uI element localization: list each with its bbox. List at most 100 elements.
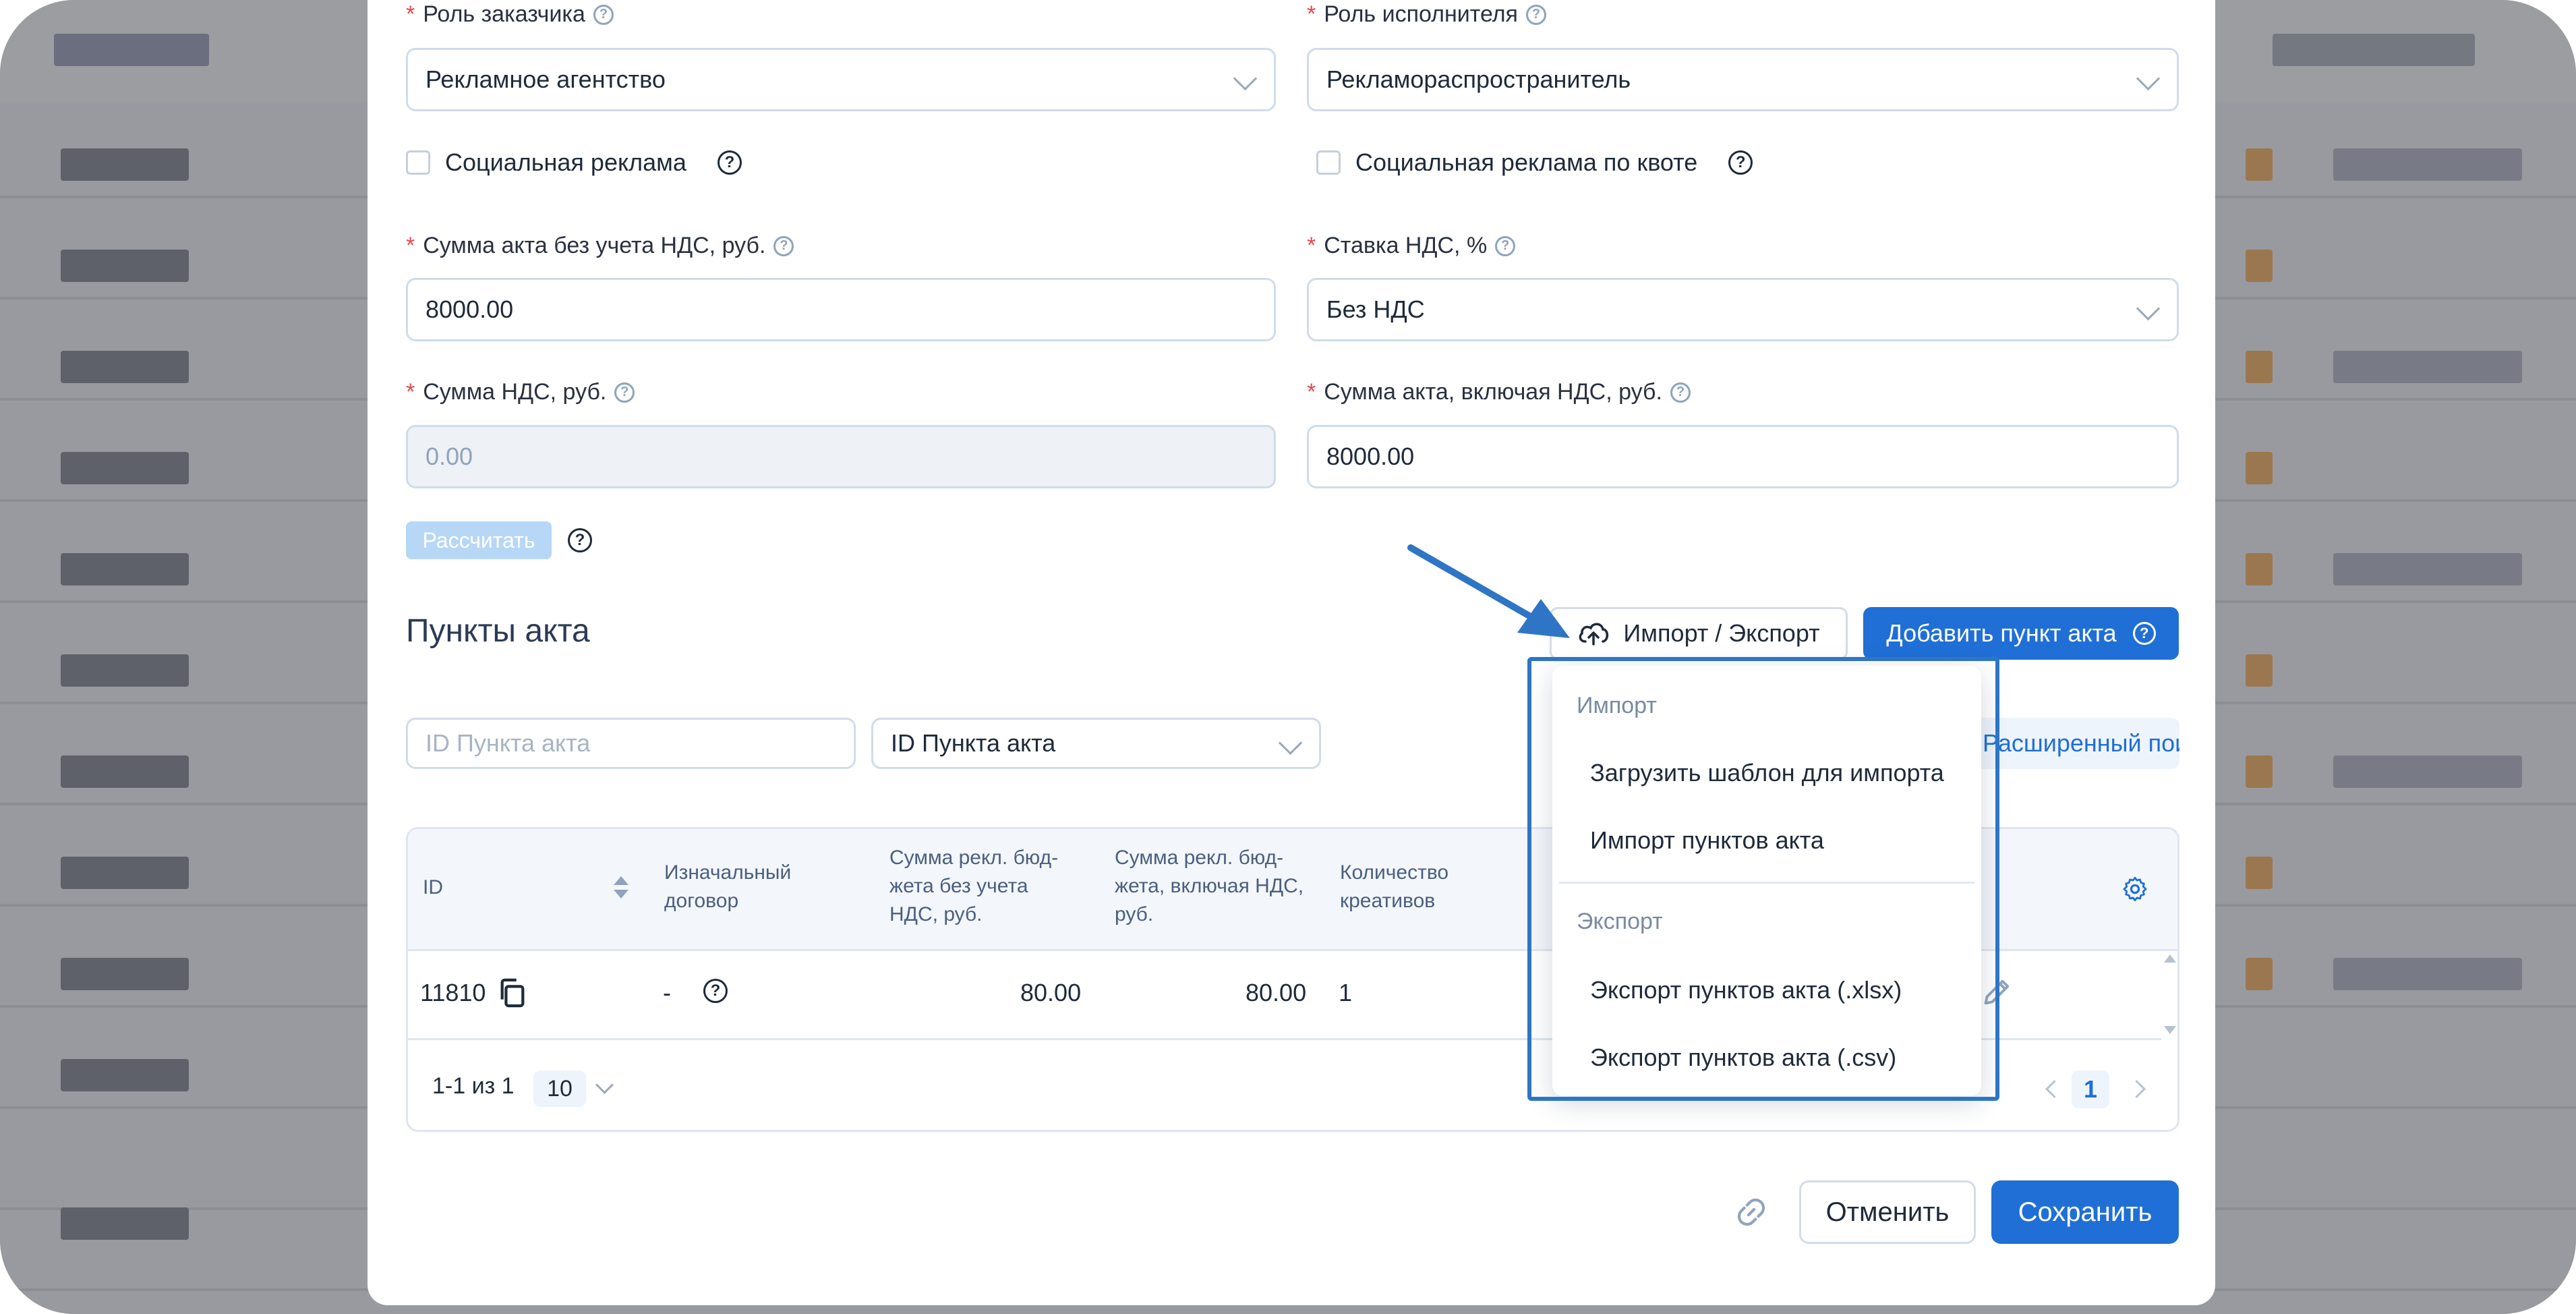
item-id-search-input[interactable]: ID Пункта акта <box>406 718 856 769</box>
search-field-value: ID Пункта акта <box>891 729 1056 757</box>
import-export-label: Импорт / Экспорт <box>1623 619 1820 647</box>
sum-with-vat-label: * Сумма акта, включая НДС, руб. ? <box>1307 379 1691 405</box>
customer-role-label: * Роль заказчика ? <box>406 1 614 28</box>
page-size-select[interactable]: 10 <box>533 1070 586 1107</box>
cloud-upload-icon <box>1579 623 1609 646</box>
vat-sum-value: 0.00 <box>426 442 473 470</box>
sum-with-vat-input[interactable]: 8000.00 <box>1307 425 2179 488</box>
help-icon[interactable]: ? <box>703 979 728 1003</box>
cell-sum-with-vat: 80.00 <box>1246 979 1307 1006</box>
cell-creatives: 1 <box>1339 979 1353 1006</box>
help-icon[interactable]: ? <box>614 382 635 403</box>
sum-no-vat-input[interactable]: 8000.00 <box>406 278 1276 341</box>
column-header-creatives: Количество креативов <box>1340 859 1448 915</box>
performer-role-label-text: Роль исполнителя <box>1324 1 1518 27</box>
column-header-contract: Изначальный договор <box>664 859 791 915</box>
cell-contract: - <box>663 979 671 1006</box>
header-line: Количество <box>1340 861 1449 884</box>
column-header-sum-no-vat: Сумма рекл. бюд- жета без учета НДС, руб… <box>889 844 1058 929</box>
chevron-down-icon <box>1278 731 1303 755</box>
prev-page-icon[interactable] <box>2045 1080 2063 1098</box>
copy-icon[interactable] <box>497 976 528 1010</box>
customer-role-select[interactable]: Рекламное агентство <box>406 48 1276 111</box>
vat-rate-select[interactable]: Без НДС <box>1307 278 2179 341</box>
header-line: Сумма рекл. бюд- <box>1115 847 1284 869</box>
column-header-sum-with-vat: Сумма рекл. бюд- жета, включая НДС, руб. <box>1115 844 1304 929</box>
header-line: НДС, руб. <box>889 903 983 925</box>
chevron-down-icon <box>1233 66 1258 91</box>
chevron-down-icon <box>2136 66 2161 91</box>
social-ad-checkbox-row[interactable]: Социальная реклама ? <box>406 148 742 177</box>
header-line: жета без учета <box>889 875 1028 897</box>
vat-rate-label-text: Ставка НДС, % <box>1324 233 1488 258</box>
annotation-highlight-box <box>1527 657 1999 1101</box>
header-line: ID <box>423 876 443 898</box>
chevron-down-icon[interactable] <box>595 1076 614 1094</box>
customer-role-label-text: Роль заказчика <box>423 1 585 27</box>
performer-role-select[interactable]: Рекламораспространитель <box>1307 48 2179 111</box>
vat-sum-label-text: Сумма НДС, руб. <box>423 379 607 405</box>
next-page-icon[interactable] <box>2128 1080 2146 1098</box>
required-mark: * <box>406 1 415 27</box>
help-icon[interactable]: ? <box>773 235 794 256</box>
sum-no-vat-label: * Сумма акта без учета НДС, руб. ? <box>406 233 794 259</box>
sum-with-vat-value: 8000.00 <box>1326 442 1415 470</box>
header-line: Сумма рекл. бюд- <box>889 847 1059 869</box>
extended-search-label: Расширенный поиск <box>1983 729 2179 757</box>
cancel-button[interactable]: Отменить <box>1799 1180 1976 1244</box>
screenshot-frame: * Роль заказчика ? * Роль исполнителя ? … <box>0 0 2576 1314</box>
search-field-select[interactable]: ID Пункта акта <box>871 718 1321 769</box>
vat-sum-label: * Сумма НДС, руб. ? <box>406 379 635 405</box>
required-mark: * <box>1307 379 1316 405</box>
help-icon[interactable]: ? <box>1670 382 1691 403</box>
vat-sum-input: 0.00 <box>406 425 1276 488</box>
social-ad-checkbox[interactable] <box>406 150 430 175</box>
save-button[interactable]: Сохранить <box>1991 1180 2179 1244</box>
sum-no-vat-label-text: Сумма акта без учета НДС, руб. <box>423 233 766 258</box>
required-mark: * <box>1307 233 1316 258</box>
link-icon[interactable] <box>1734 1195 1768 1229</box>
header-line: руб. <box>1115 903 1154 925</box>
gear-icon[interactable] <box>2121 875 2149 903</box>
help-icon[interactable]: ? <box>568 528 592 552</box>
scroll-down-arrow[interactable] <box>2164 1026 2176 1034</box>
header-line: креативов <box>1340 890 1436 912</box>
sum-no-vat-value: 8000.00 <box>426 295 514 323</box>
search-placeholder: ID Пункта акта <box>426 729 591 757</box>
pagination-range: 1-1 из 1 <box>432 1073 515 1099</box>
add-item-label: Добавить пункт акта <box>1886 619 2117 647</box>
help-icon[interactable]: ? <box>2132 622 2156 645</box>
help-icon[interactable]: ? <box>1495 235 1516 256</box>
add-item-button[interactable]: Добавить пункт акта ? <box>1863 607 2179 660</box>
social-ad-quota-checkbox-row[interactable]: Социальная реклама по квоте ? <box>1316 148 1753 177</box>
chevron-down-icon <box>2136 296 2161 321</box>
cell-sum-no-vat: 80.00 <box>1020 979 1082 1006</box>
social-ad-quota-checkbox[interactable] <box>1316 150 1341 175</box>
import-export-button[interactable]: Импорт / Экспорт <box>1550 607 1848 660</box>
help-icon[interactable]: ? <box>593 4 614 25</box>
performer-role-value: Рекламораспространитель <box>1326 65 1631 93</box>
required-mark: * <box>1307 1 1316 27</box>
calculate-button[interactable]: Рассчитать <box>406 521 552 559</box>
section-title: Пункты акта <box>406 613 590 649</box>
help-icon[interactable]: ? <box>1728 150 1753 175</box>
help-icon[interactable]: ? <box>717 150 742 175</box>
performer-role-label: * Роль исполнителя ? <box>1307 1 1546 28</box>
vat-rate-label: * Ставка НДС, % ? <box>1307 233 1516 259</box>
customer-role-value: Рекламное агентство <box>426 65 666 93</box>
column-header-id: ID <box>423 874 443 902</box>
annotation-arrow-icon <box>1407 544 1570 638</box>
header-line: Изначальный <box>664 861 792 884</box>
social-ad-label: Социальная реклама <box>445 148 686 176</box>
scroll-up-arrow[interactable] <box>2164 954 2176 963</box>
current-page-button[interactable]: 1 <box>2072 1070 2109 1108</box>
vat-rate-value: Без НДС <box>1326 295 1425 323</box>
cell-id: 11810 <box>420 979 486 1006</box>
help-icon[interactable]: ? <box>1525 4 1546 25</box>
header-line: договор <box>664 890 739 912</box>
social-ad-quota-label: Социальная реклама по квоте <box>1355 148 1698 176</box>
required-mark: * <box>406 233 415 258</box>
sum-with-vat-label-text: Сумма акта, включая НДС, руб. <box>1324 379 1662 405</box>
header-line: жета, включая НДС, <box>1115 875 1304 897</box>
required-mark: * <box>406 379 415 405</box>
